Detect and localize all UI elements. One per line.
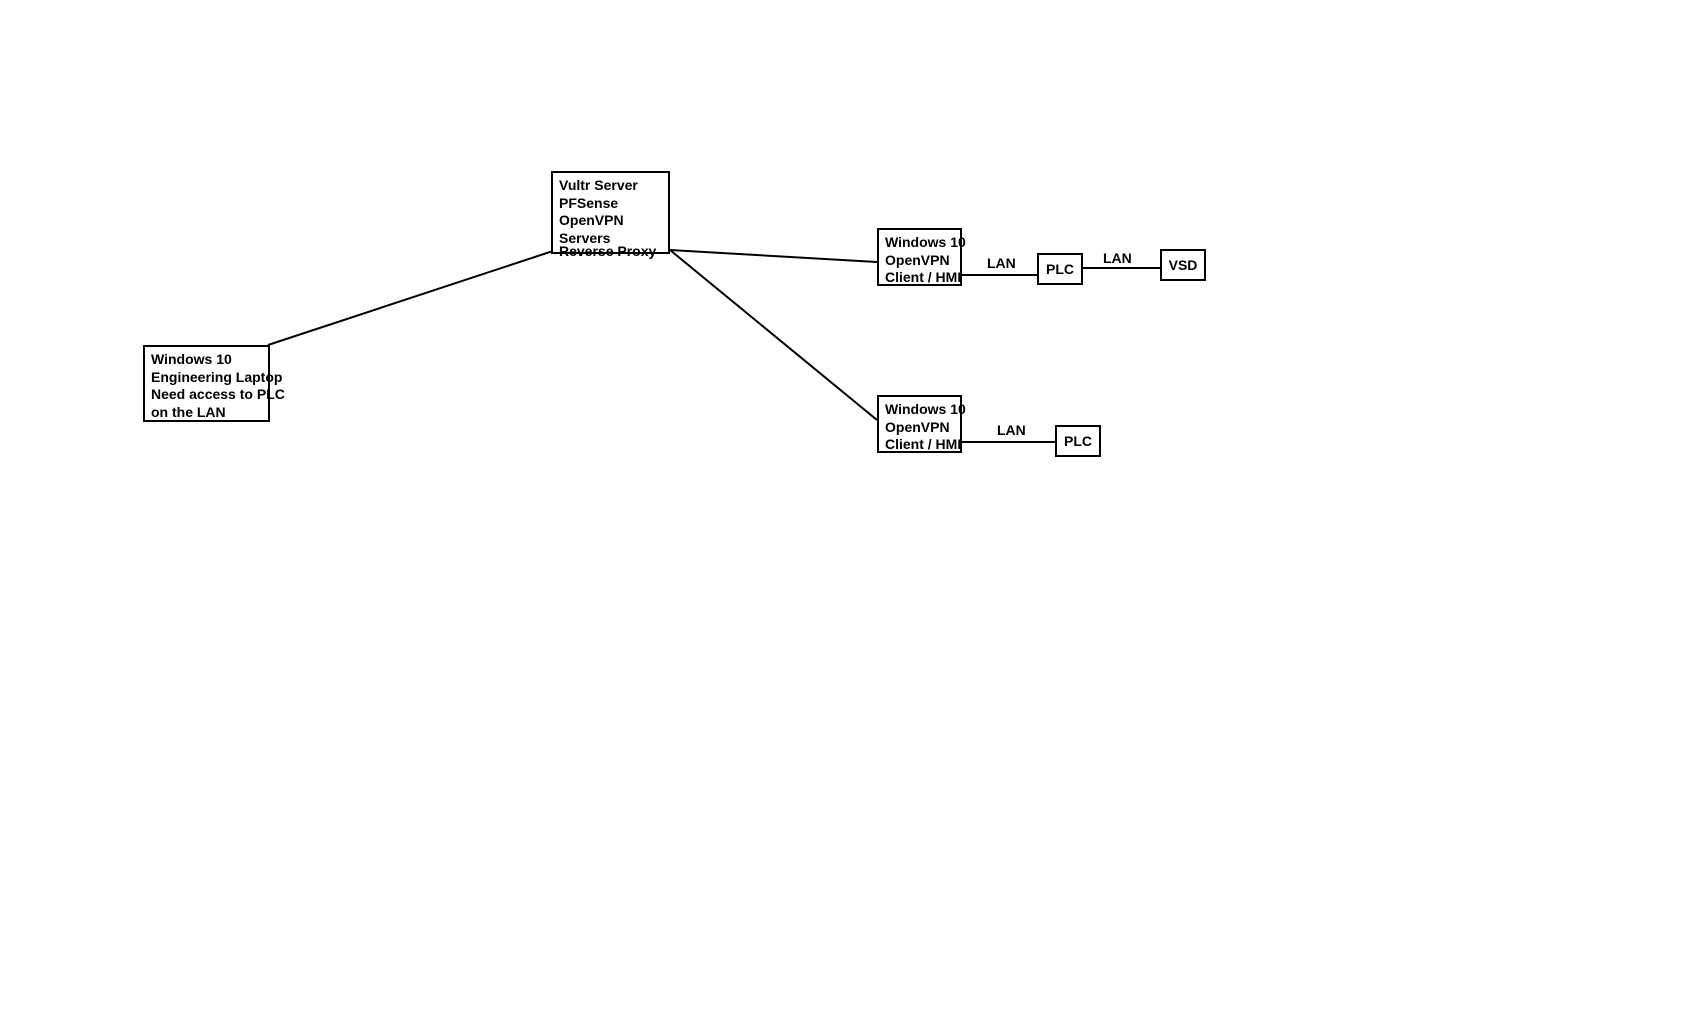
plc1-node: PLC bbox=[1037, 253, 1083, 285]
hmi1-line3: Client / HMI bbox=[885, 269, 954, 287]
hmi2-line2: OpenVPN bbox=[885, 419, 954, 437]
vsd-node: VSD bbox=[1160, 249, 1206, 281]
hmi1-line2: OpenVPN bbox=[885, 252, 954, 270]
lan-label-1: LAN bbox=[987, 255, 1016, 271]
server-line3: OpenVPN bbox=[559, 212, 662, 230]
engineering-laptop-node: Windows 10 Engineering Laptop Need acces… bbox=[143, 345, 270, 422]
hmi2-node: Windows 10 OpenVPN Client / HMI bbox=[877, 395, 962, 453]
vsd-label: VSD bbox=[1169, 257, 1198, 274]
laptop-line2: Engineering Laptop bbox=[151, 369, 262, 387]
hmi2-line3: Client / HMI bbox=[885, 436, 954, 454]
plc1-label: PLC bbox=[1046, 261, 1074, 278]
hmi1-node: Windows 10 OpenVPN Client / HMI bbox=[877, 228, 962, 286]
plc2-label: PLC bbox=[1064, 433, 1092, 450]
laptop-line4: on the LAN bbox=[151, 404, 262, 422]
connector-lines bbox=[0, 0, 1708, 1028]
vultr-server-node: Vultr Server PFSense OpenVPN Servers Rev… bbox=[551, 171, 670, 254]
laptop-line1: Windows 10 bbox=[151, 351, 262, 369]
server-line5: Reverse Proxy bbox=[559, 243, 662, 261]
plc2-node: PLC bbox=[1055, 425, 1101, 457]
server-line2: PFSense bbox=[559, 195, 662, 213]
server-line1: Vultr Server bbox=[559, 177, 662, 195]
laptop-line3: Need access to PLC bbox=[151, 386, 262, 404]
hmi1-line1: Windows 10 bbox=[885, 234, 954, 252]
lan-label-2: LAN bbox=[1103, 250, 1132, 266]
lan-label-3: LAN bbox=[997, 422, 1026, 438]
hmi2-line1: Windows 10 bbox=[885, 401, 954, 419]
